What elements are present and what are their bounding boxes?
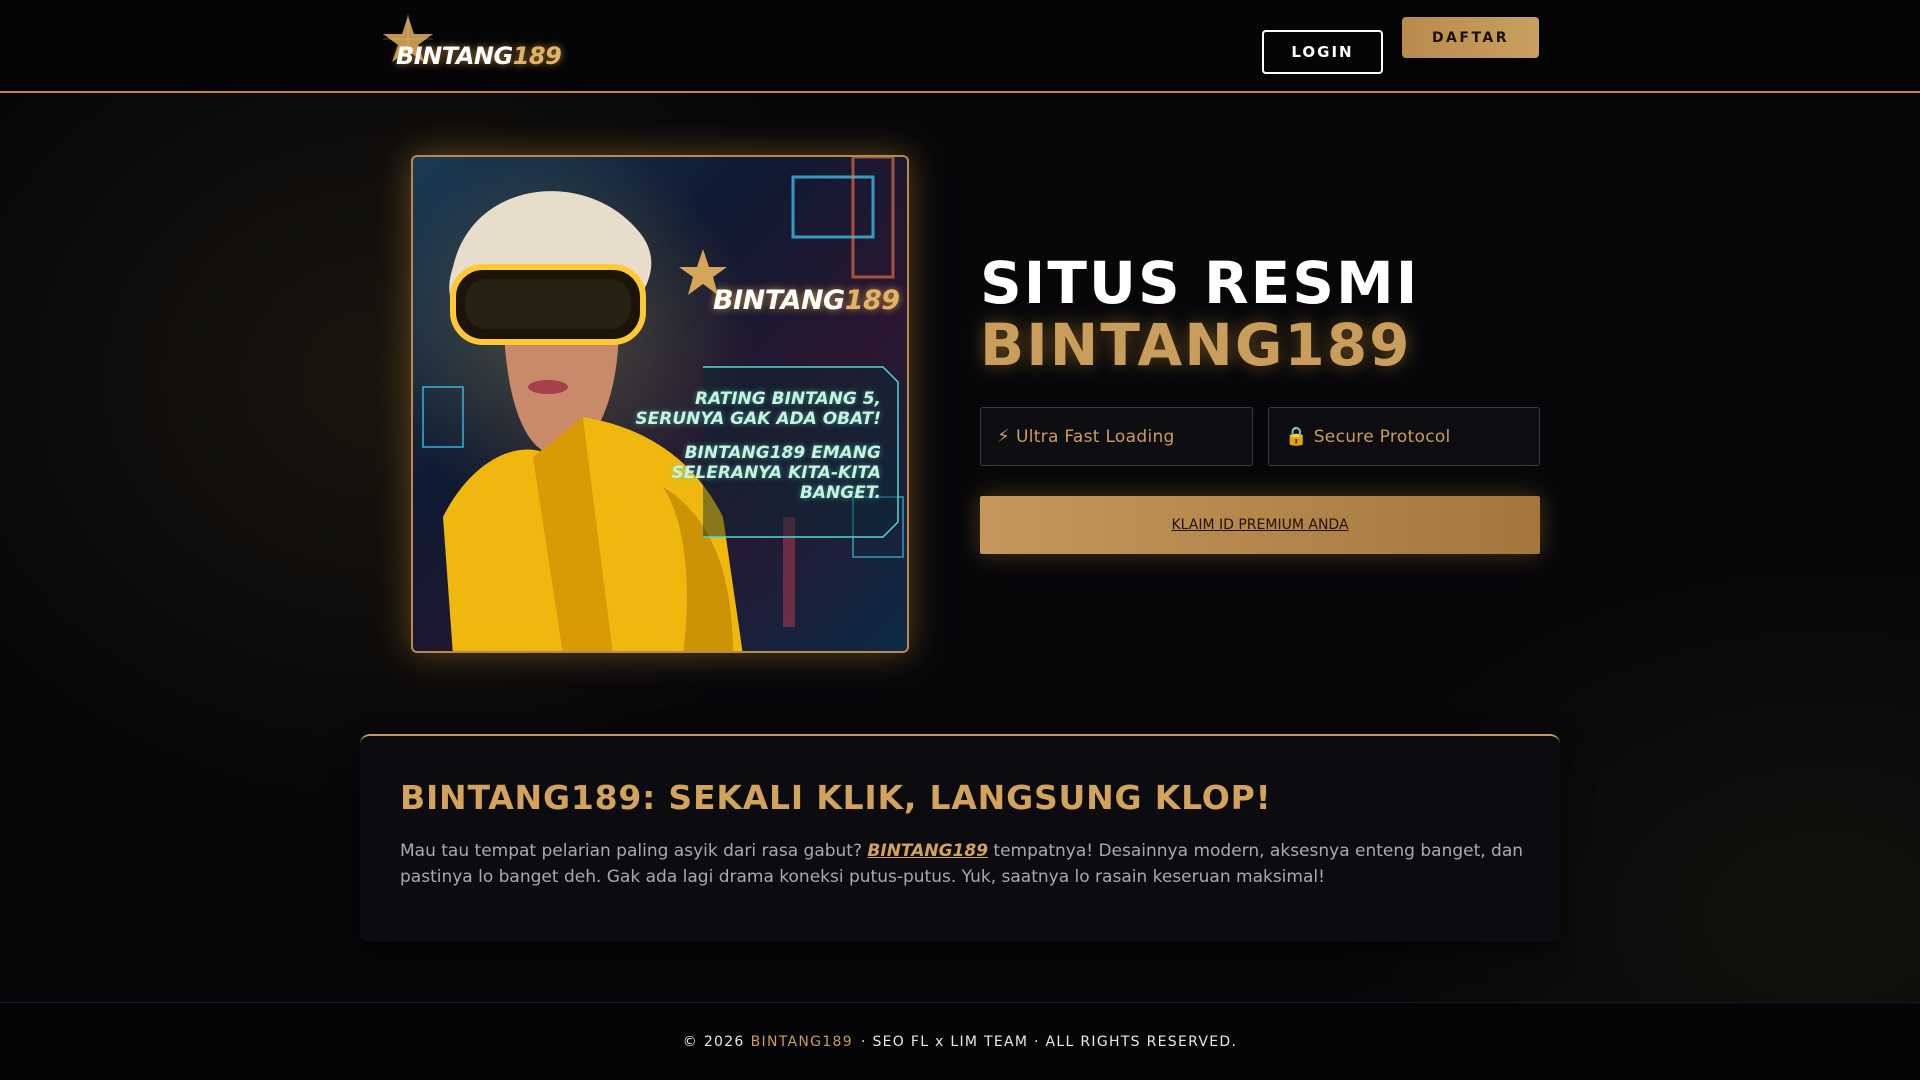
hero-image-logo: BINTANG189 xyxy=(713,285,900,316)
hero-image-caption-1: RATING BINTANG 5, SERUNYA GAK ADA OBAT! xyxy=(635,389,881,429)
lightning-icon: ⚡ xyxy=(997,426,1010,447)
content-panel: BINTANG189: SEKALI KLIK, LANGSUNG KLOP! … xyxy=(360,734,1560,942)
hero-title-line-2: BINTANG189 xyxy=(980,311,1412,379)
feature-label: Secure Protocol xyxy=(1313,426,1451,447)
lock-icon: 🔒 xyxy=(1285,426,1308,447)
site-footer: © 2026 BINTANG189 · SEO FL x LIM TEAM · … xyxy=(0,1002,1920,1080)
cta-label[interactable]: KLAIM ID PREMIUM ANDA xyxy=(1171,517,1348,533)
site-header: BINTANG189 LOGIN DAFTAR xyxy=(0,0,1920,93)
login-button[interactable]: LOGIN xyxy=(1262,30,1383,74)
feature-label: Ultra Fast Loading xyxy=(1015,426,1175,447)
footer-copyright: © 2026 xyxy=(682,1033,745,1050)
content-paragraph: Mau tau tempat pelarian paling asyik dar… xyxy=(400,841,1524,887)
brand-link[interactable]: BINTANG189 xyxy=(867,841,988,861)
feature-badge-secure-protocol: 🔒 Secure Protocol xyxy=(1268,407,1540,466)
hero-title-line-1: SITUS RESMI xyxy=(980,249,1420,317)
hero-title: SITUS RESMI BINTANG189 xyxy=(980,252,1419,376)
hero-banner-image: BINTANG189 RATING BINTANG 5, SERUNYA GAK… xyxy=(411,155,909,653)
footer-credits: · SEO FL x LIM TEAM · ALL RIGHTS RESERVE… xyxy=(860,1033,1238,1050)
claim-premium-id-button[interactable]: KLAIM ID PREMIUM ANDA xyxy=(980,496,1540,554)
register-button[interactable]: DAFTAR xyxy=(1402,17,1539,58)
site-logo[interactable]: BINTANG189 xyxy=(378,14,562,72)
feature-badge-fast-loading: ⚡ Ultra Fast Loading xyxy=(980,407,1253,466)
footer-brand: BINTANG189 xyxy=(750,1033,853,1050)
hero-image-caption-2: BINTANG189 EMANG SELERANYA KITA-KITA BAN… xyxy=(671,443,881,503)
content-title: BINTANG189: SEKALI KLIK, LANGSUNG KLOP! xyxy=(400,778,1272,817)
logo-wordmark: BINTANG189 xyxy=(396,42,562,70)
